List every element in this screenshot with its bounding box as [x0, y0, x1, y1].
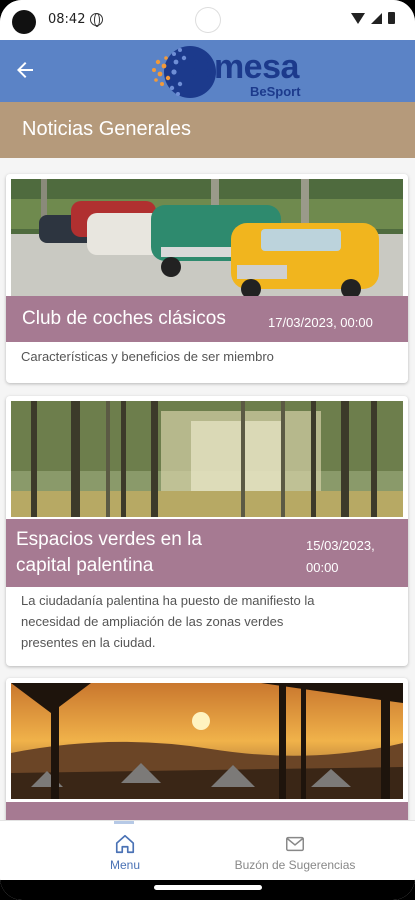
news-image-sunset-camping: [11, 683, 403, 799]
status-bar: 08:42: [0, 0, 415, 40]
news-title-bar: Club de coches clásicos 17/03/2023, 00:0…: [6, 296, 408, 342]
signal-icon: [371, 12, 382, 24]
logo-subtext: BeSport: [250, 84, 301, 99]
gesture-bar: [0, 880, 415, 900]
vpn-globe-icon: [90, 13, 103, 27]
status-time: 08:42: [48, 12, 86, 27]
app-screen: 08:42 Omesa BeSport Noticias Generales C…: [0, 0, 415, 900]
news-image-forest: [11, 401, 403, 517]
news-description: Características y beneficios de ser miem…: [21, 349, 274, 364]
status-icons: [351, 12, 395, 24]
news-description-line-3: presentes en la ciudad.: [21, 635, 156, 650]
mail-icon: [286, 836, 304, 852]
news-title: Club de coches clásicos: [22, 308, 226, 329]
logo-text: Omesa: [188, 48, 299, 86]
news-card[interactable]: [6, 678, 408, 820]
news-title-bar: [6, 802, 408, 820]
camera-dot-icon: [12, 10, 36, 34]
news-date-line-2: 00:00: [306, 560, 339, 575]
news-description-line-2: necesidad de ampliación de las zonas ver…: [21, 614, 284, 629]
news-title-bar: Espacios verdes en la capital palentina …: [6, 519, 408, 587]
back-arrow-icon[interactable]: [13, 58, 37, 82]
nav-item-suggestions[interactable]: Buzón de Sugerencias: [210, 821, 380, 881]
nav-item-menu[interactable]: Menu: [80, 821, 170, 881]
news-description-line-1: La ciudadanía palentina ha puesto de man…: [21, 593, 315, 608]
news-date-line-1: 15/03/2023,: [306, 538, 375, 553]
app-header: Omesa BeSport: [0, 40, 415, 102]
news-title-line-2: capital palentina: [16, 555, 154, 576]
news-image-classic-cars: [11, 179, 403, 297]
omesa-logo: Omesa BeSport: [150, 42, 320, 100]
nav-label-suggestions: Buzón de Sugerencias: [234, 858, 356, 872]
bottom-navigation: Menu Buzón de Sugerencias: [0, 820, 415, 880]
front-camera: [196, 8, 220, 32]
news-date: 17/03/2023, 00:00: [268, 315, 373, 330]
news-card[interactable]: Espacios verdes en la capital palentina …: [6, 396, 408, 666]
news-title-line-1: Espacios verdes en la: [16, 529, 202, 550]
nav-label-menu: Menu: [109, 858, 141, 872]
wifi-icon: [351, 12, 365, 24]
battery-icon: [388, 12, 395, 24]
news-list[interactable]: Club de coches clásicos 17/03/2023, 00:0…: [0, 158, 415, 820]
home-gesture-handle[interactable]: [154, 885, 262, 890]
section-header: Noticias Generales: [0, 102, 415, 158]
news-card[interactable]: Club de coches clásicos 17/03/2023, 00:0…: [6, 174, 408, 383]
section-title: Noticias Generales: [22, 118, 191, 140]
home-icon: [115, 834, 135, 854]
